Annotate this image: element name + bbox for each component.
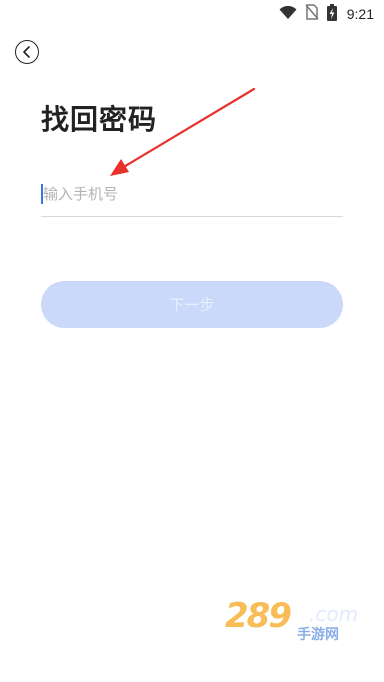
back-button[interactable] — [15, 40, 39, 64]
watermark-number: 289 — [225, 596, 292, 636]
status-bar: 9:21 — [0, 0, 384, 28]
status-time: 9:21 — [346, 6, 374, 22]
wifi-icon — [279, 5, 297, 24]
back-chevron-icon — [22, 43, 32, 62]
phone-input[interactable] — [41, 182, 343, 206]
watermark-domain: .com — [309, 602, 359, 626]
watermark-site-name: 手游网 — [297, 627, 339, 643]
battery-charging-icon — [326, 3, 337, 25]
page-title: 找回密码 — [41, 103, 158, 136]
forgot-password-screen: 9:21 找回密码 下一步 289 .com 手游网 — [0, 0, 384, 682]
watermark-logo: 289 .com 手游网 — [225, 596, 375, 644]
no-sim-icon — [305, 4, 319, 24]
next-button[interactable]: 下一步 — [41, 281, 343, 328]
phone-field — [41, 176, 343, 217]
status-icons: 9:21 — [279, 3, 374, 25]
